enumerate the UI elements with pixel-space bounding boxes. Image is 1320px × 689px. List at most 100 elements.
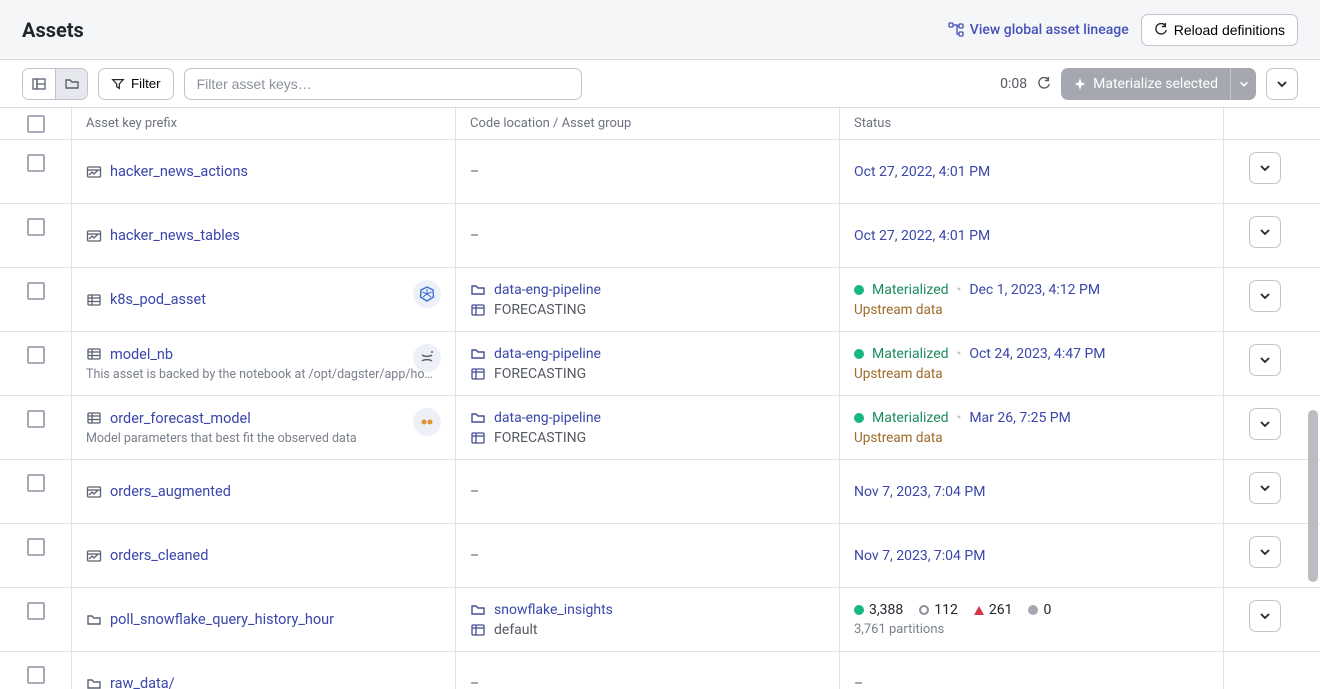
row-checkbox[interactable] [27,282,45,300]
chevron-down-icon [1259,546,1271,558]
row-actions-button[interactable] [1249,536,1281,568]
scrollbar-thumb[interactable] [1308,410,1318,582]
table-row: k8s_pod_asset data-eng-pipeline FORECASTIN… [0,268,1320,332]
materialize-selected-label: Materialize selected [1093,76,1218,92]
row-checkbox[interactable] [27,346,45,364]
status-timestamp[interactable]: Oct 27, 2022, 4:01 PM [854,164,990,180]
column-asset-key: Asset key prefix [72,108,456,139]
chevron-down-icon [1259,162,1271,174]
asset-group-link[interactable]: FORECASTING [470,302,825,318]
asset-link[interactable]: model_nb [110,346,173,363]
row-checkbox[interactable] [27,538,45,556]
reload-definitions-button[interactable]: Reload definitions [1141,14,1298,46]
chevron-down-icon [1239,79,1249,89]
row-checkbox[interactable] [27,154,45,172]
header-actions: View global asset lineage Reload definit… [948,14,1298,46]
status-timestamp[interactable]: Nov 7, 2023, 7:04 PM [854,548,985,564]
row-checkbox[interactable] [27,218,45,236]
lineage-icon [948,22,964,38]
asset-link[interactable]: order_forecast_model [110,410,251,427]
row-checkbox[interactable] [27,410,45,428]
list-view-toggle[interactable] [23,69,55,99]
status-materialized: Materialized [872,282,949,298]
select-all-checkbox[interactable] [27,115,45,133]
compute-kind-badge[interactable] [413,408,441,436]
view-lineage-link[interactable]: View global asset lineage [948,22,1129,38]
code-location-link[interactable]: data-eng-pipeline [470,410,825,426]
chevron-down-icon [1259,226,1271,238]
asset-group-link[interactable]: default [470,622,825,638]
asset-link[interactable]: k8s_pod_asset [110,291,206,308]
row-checkbox[interactable] [27,474,45,492]
status-timestamp[interactable]: Mar 26, 7:25 PM [969,410,1071,426]
asset-kind-icon [86,292,102,308]
code-location-link[interactable]: snowflake_insights [470,602,825,618]
page-header: Assets View global asset lineage Reload … [0,0,1320,60]
partition-status: 3,3881122610 [854,602,1209,618]
reload-definitions-label: Reload definitions [1174,22,1285,38]
failed-triangle-icon [974,606,984,615]
status-dot-icon [854,285,864,295]
table-row: orders_cleaned–Nov 7, 2023, 7:04 PM [0,524,1320,588]
pending-ring-icon [919,605,929,615]
asset-link[interactable]: raw_data/ [110,675,175,689]
row-checkbox[interactable] [27,666,45,684]
status-upstream: Upstream data [854,430,1209,446]
row-actions-button[interactable] [1249,472,1281,504]
asset-kind-icon [86,676,102,689]
asset-link[interactable]: poll_snowflake_query_history_hour [110,611,334,628]
chevron-down-icon [1259,354,1271,366]
asset-link[interactable]: orders_augmented [110,483,231,500]
status-timestamp[interactable]: Dec 1, 2023, 4:12 PM [969,282,1100,298]
no-location: – [470,484,825,500]
search-input[interactable] [184,68,582,100]
code-location-link[interactable]: data-eng-pipeline [470,346,825,362]
asset-kind-icon [86,484,102,500]
compute-kind-badge[interactable] [413,344,441,372]
row-actions-button[interactable] [1249,600,1281,632]
asset-group-link[interactable]: FORECASTING [470,366,825,382]
status-dot-icon [854,413,864,423]
column-code-location: Code location / Asset group [456,108,840,139]
materialize-selected-button[interactable]: Materialize selected [1061,68,1256,100]
asset-description: Model parameters that best fit the obser… [86,431,440,446]
separator: • [957,346,962,362]
chevron-down-icon [1259,610,1271,622]
reload-icon [1154,23,1168,37]
asset-kind-icon [86,164,102,180]
refresh-icon [1037,77,1051,91]
folder-icon [64,76,80,92]
status-upstream: Upstream data [854,302,1209,318]
no-location: – [470,228,825,244]
compute-kind-badge[interactable] [413,280,441,308]
table-header: Asset key prefix Code location / Asset g… [0,108,1320,140]
row-actions-button[interactable] [1249,344,1281,376]
asset-link[interactable]: orders_cleaned [110,547,208,564]
chevron-down-icon [1259,482,1271,494]
status-timestamp[interactable]: Oct 27, 2022, 4:01 PM [854,228,990,244]
folder-view-toggle[interactable] [55,69,87,99]
row-actions-button[interactable] [1249,280,1281,312]
more-actions-button[interactable] [1266,68,1298,100]
row-actions-button[interactable] [1249,152,1281,184]
asset-link[interactable]: hacker_news_tables [110,227,240,244]
sparkle-icon [1073,77,1087,91]
asset-group-link[interactable]: FORECASTING [470,430,825,446]
row-actions-button[interactable] [1249,408,1281,440]
no-status: – [854,676,1209,689]
status-timestamp[interactable]: Oct 24, 2023, 4:47 PM [969,346,1105,362]
filter-icon [111,77,125,91]
filter-button[interactable]: Filter [98,68,174,100]
status-materialized: Materialized [872,346,949,362]
materialize-dropdown[interactable] [1230,68,1256,100]
row-checkbox[interactable] [27,602,45,620]
status-timestamp[interactable]: Nov 7, 2023, 7:04 PM [854,484,985,500]
status-materialized: Materialized [872,410,949,426]
row-actions-button[interactable] [1249,216,1281,248]
chevron-down-icon [1259,418,1271,430]
separator: • [957,282,962,298]
refresh-button[interactable] [1037,77,1051,91]
status-dot-icon [854,349,864,359]
asset-link[interactable]: hacker_news_actions [110,163,248,180]
code-location-link[interactable]: data-eng-pipeline [470,282,825,298]
